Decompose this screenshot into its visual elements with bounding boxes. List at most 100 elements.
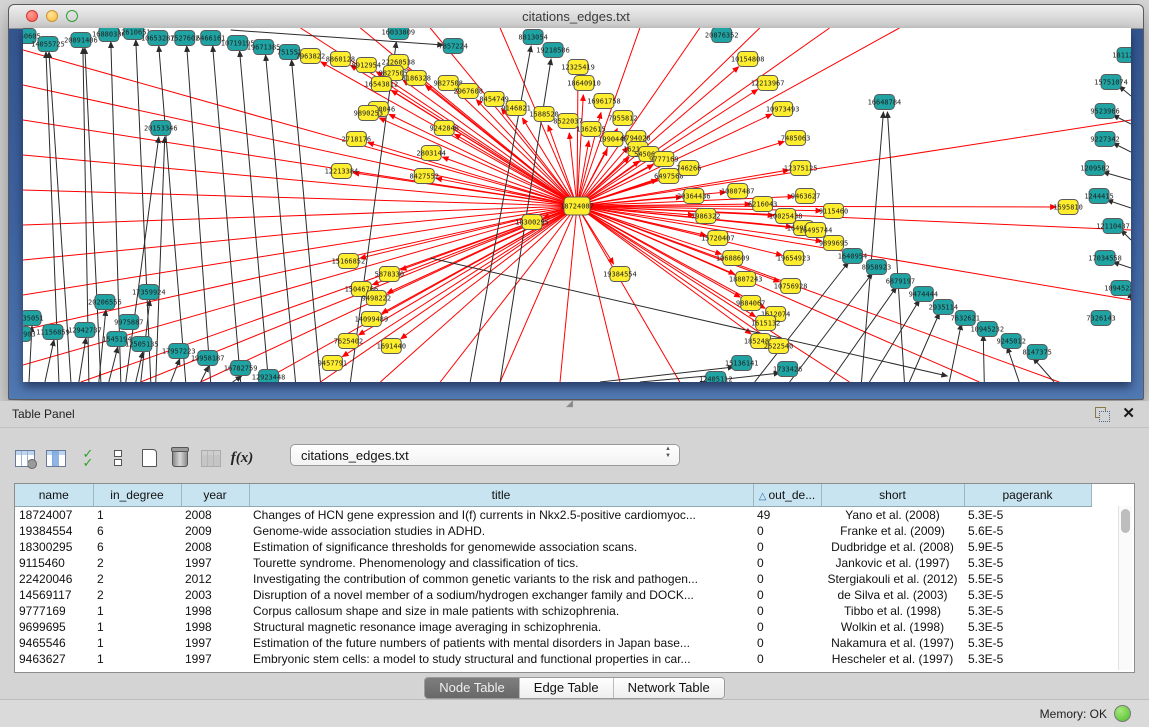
- table-cell[interactable]: 2: [93, 571, 181, 587]
- table-cell[interactable]: 1997: [181, 555, 249, 571]
- table-cell[interactable]: 2: [93, 555, 181, 571]
- tab-node-table[interactable]: Node Table: [425, 678, 520, 698]
- table-row[interactable]: 1456911722003Disruption of a novel membe…: [15, 587, 1091, 603]
- table-cell[interactable]: 9699695: [15, 619, 93, 635]
- row-height-icon[interactable]: [107, 447, 129, 469]
- table-row[interactable]: 1872400712008Changes of HCN gene express…: [15, 507, 1091, 524]
- function-builder-icon[interactable]: f(x): [231, 447, 253, 469]
- table-cell[interactable]: 0: [753, 555, 821, 571]
- table-cell[interactable]: 1: [93, 603, 181, 619]
- table-cell[interactable]: 1: [93, 507, 181, 524]
- table-cell[interactable]: 1998: [181, 619, 249, 635]
- table-cell[interactable]: 9777169: [15, 603, 93, 619]
- table-cell[interactable]: 1997: [181, 651, 249, 667]
- table-cell[interactable]: 0: [753, 635, 821, 651]
- column-header-short[interactable]: short: [821, 484, 964, 507]
- table-cell[interactable]: Disruption of a novel member of a sodium…: [249, 587, 753, 603]
- table-cell[interactable]: 2003: [181, 587, 249, 603]
- table-cell[interactable]: Tibbo et al. (1998): [821, 603, 964, 619]
- table-row[interactable]: 977716911998Corpus callosum shape and si…: [15, 603, 1091, 619]
- table-cell[interactable]: Estimation of significance thresholds fo…: [249, 539, 753, 555]
- network-graph[interactable]: 2260605140557252089140616880336126106511…: [23, 28, 1131, 382]
- table-cell[interactable]: 6: [93, 523, 181, 539]
- table-cell[interactable]: 6: [93, 539, 181, 555]
- table-cell[interactable]: 0: [753, 651, 821, 667]
- table-cell[interactable]: 9115460: [15, 555, 93, 571]
- column-header-year[interactable]: year: [181, 484, 249, 507]
- table-cell[interactable]: 9463627: [15, 651, 93, 667]
- table-cell[interactable]: 18724007: [15, 507, 93, 524]
- table-cell[interactable]: de Silva et al. (2003): [821, 587, 964, 603]
- table-cell[interactable]: Dudbridge et al. (2008): [821, 539, 964, 555]
- table-cell[interactable]: 5.6E-5: [964, 523, 1091, 539]
- import-table-icon[interactable]: [200, 447, 222, 469]
- table-cell[interactable]: 22420046: [15, 571, 93, 587]
- table-cell[interactable]: 0: [753, 587, 821, 603]
- table-cell[interactable]: Structural magnetic resonance image aver…: [249, 619, 753, 635]
- table-cell[interactable]: 5.5E-5: [964, 571, 1091, 587]
- table-cell[interactable]: Tourette syndrome. Phenomenology and cla…: [249, 555, 753, 571]
- column-header-title[interactable]: title: [249, 484, 753, 507]
- table-cell[interactable]: Hescheler et al. (1997): [821, 651, 964, 667]
- table-cell[interactable]: 5.3E-5: [964, 555, 1091, 571]
- table-cell[interactable]: Yano et al. (2008): [821, 507, 964, 524]
- column-header-pagerank[interactable]: pagerank: [964, 484, 1091, 507]
- table-cell[interactable]: 49: [753, 507, 821, 524]
- table-cell[interactable]: 1998: [181, 603, 249, 619]
- table-cell[interactable]: 0: [753, 523, 821, 539]
- table-row[interactable]: 946554611997Estimation of the future num…: [15, 635, 1091, 651]
- table-cell[interactable]: 5.3E-5: [964, 587, 1091, 603]
- table-vertical-scrollbar[interactable]: [1118, 506, 1132, 670]
- table-cell[interactable]: 1: [93, 635, 181, 651]
- table-cell[interactable]: 5.3E-5: [964, 619, 1091, 635]
- table-cell[interactable]: Investigating the contribution of common…: [249, 571, 753, 587]
- memory-status-indicator[interactable]: [1114, 705, 1131, 722]
- table-cell[interactable]: 1997: [181, 635, 249, 651]
- table-row[interactable]: 1830029562008Estimation of significance …: [15, 539, 1091, 555]
- table-cell[interactable]: 19384554: [15, 523, 93, 539]
- table-cell[interactable]: 5.3E-5: [964, 651, 1091, 667]
- table-cell[interactable]: Estimation of the future numbers of pati…: [249, 635, 753, 651]
- table-cell[interactable]: 2009: [181, 523, 249, 539]
- new-column-icon[interactable]: [138, 447, 160, 469]
- table-row[interactable]: 1938455462009Genome-wide association stu…: [15, 523, 1091, 539]
- table-cell[interactable]: 5.3E-5: [964, 635, 1091, 651]
- table-cell[interactable]: 1: [93, 619, 181, 635]
- table-cell[interactable]: Genome-wide association studies in ADHD.: [249, 523, 753, 539]
- table-cell[interactable]: Wolkin et al. (1998): [821, 619, 964, 635]
- table-row[interactable]: 969969511998Structural magnetic resonanc…: [15, 619, 1091, 635]
- table-cell[interactable]: Changes of HCN gene expression and I(f) …: [249, 507, 753, 524]
- float-panel-icon[interactable]: [1095, 407, 1109, 421]
- table-cell[interactable]: Jankovic et al. (1997): [821, 555, 964, 571]
- table-cell[interactable]: 2012: [181, 571, 249, 587]
- table-settings-icon[interactable]: [14, 447, 36, 469]
- delete-icon[interactable]: [169, 447, 191, 469]
- scrollbar-thumb[interactable]: [1121, 509, 1130, 533]
- table-cell[interactable]: 5.3E-5: [964, 507, 1091, 524]
- table-cell[interactable]: 0: [753, 539, 821, 555]
- table-row[interactable]: 946362711997Embryonic stem cells: a mode…: [15, 651, 1091, 667]
- table-cell[interactable]: Franke et al. (2009): [821, 523, 964, 539]
- attribute-table[interactable]: namein_degreeyeartitle△out_de...shortpag…: [15, 484, 1092, 667]
- table-cell[interactable]: 18300295: [15, 539, 93, 555]
- column-header-out-de-[interactable]: △out_de...: [753, 484, 821, 507]
- column-header-in-degree[interactable]: in_degree: [93, 484, 181, 507]
- table-row[interactable]: 911546021997Tourette syndrome. Phenomeno…: [15, 555, 1091, 571]
- table-row[interactable]: 2242004622012Investigating the contribut…: [15, 571, 1091, 587]
- table-cell[interactable]: 2008: [181, 507, 249, 524]
- tab-network-table[interactable]: Network Table: [614, 678, 724, 698]
- select-all-icon[interactable]: ✓✓: [76, 447, 98, 469]
- table-cell[interactable]: Corpus callosum shape and size in male p…: [249, 603, 753, 619]
- table-cell[interactable]: 0: [753, 619, 821, 635]
- table-cell[interactable]: 1: [93, 651, 181, 667]
- column-header-name[interactable]: name: [15, 484, 93, 507]
- table-cell[interactable]: Nakamura et al. (1997): [821, 635, 964, 651]
- table-cell[interactable]: Stergiakouli et al. (2012): [821, 571, 964, 587]
- table-cell[interactable]: Embryonic stem cells: a model to study s…: [249, 651, 753, 667]
- close-panel-icon[interactable]: ✕: [1122, 404, 1135, 422]
- table-selector-dropdown[interactable]: citations_edges.txt ▲▼: [290, 444, 680, 466]
- window-titlebar[interactable]: citations_edges.txt: [9, 5, 1143, 29]
- network-canvas[interactable]: 2260605140557252089140616880336126106511…: [23, 28, 1131, 382]
- table-cell[interactable]: 0: [753, 603, 821, 619]
- table-cell[interactable]: 5.3E-5: [964, 603, 1091, 619]
